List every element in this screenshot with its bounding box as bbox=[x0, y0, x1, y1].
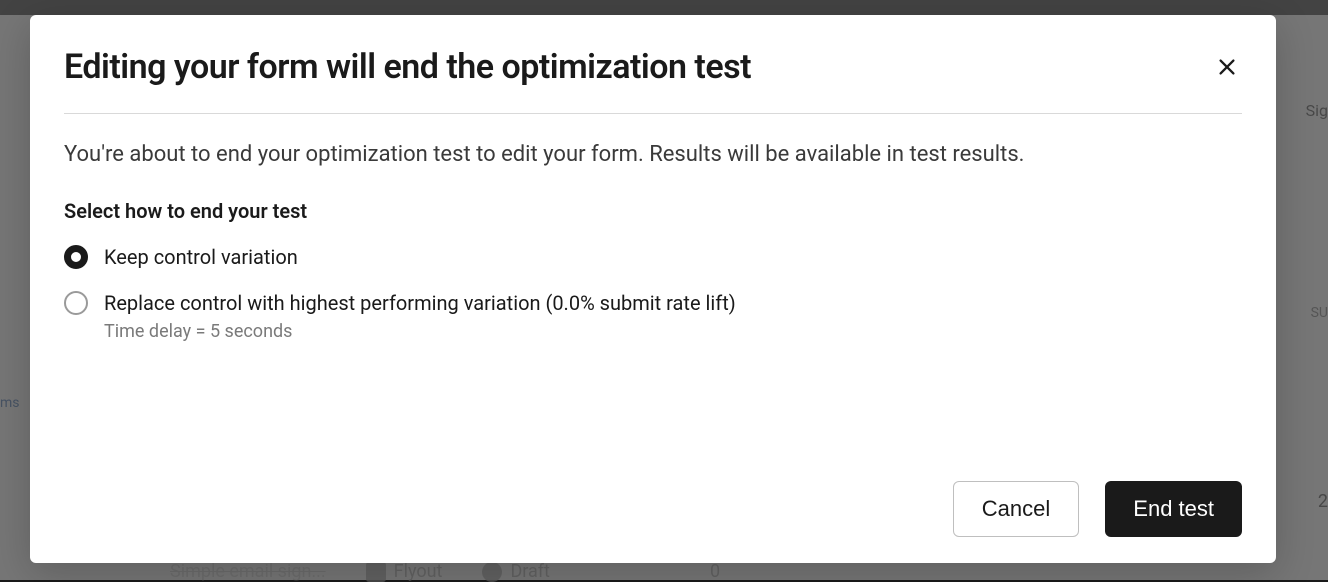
radio-content: Keep control variation bbox=[104, 243, 298, 271]
cancel-button[interactable]: Cancel bbox=[953, 481, 1079, 537]
modal-body: You're about to end your optimization te… bbox=[64, 114, 1242, 471]
close-icon bbox=[1216, 56, 1238, 78]
radio-label: Replace control with highest performing … bbox=[104, 289, 736, 317]
end-test-button[interactable]: End test bbox=[1105, 481, 1242, 537]
radio-group: Keep control variation Replace control w… bbox=[64, 243, 1242, 342]
radio-option-replace-control[interactable]: Replace control with highest performing … bbox=[64, 289, 1242, 342]
close-button[interactable] bbox=[1212, 52, 1242, 82]
modal-footer: Cancel End test bbox=[64, 471, 1242, 537]
radio-content: Replace control with highest performing … bbox=[104, 289, 736, 342]
end-test-modal: Editing your form will end the optimizat… bbox=[30, 15, 1276, 563]
radio-sublabel: Time delay = 5 seconds bbox=[104, 321, 736, 342]
modal-header: Editing your form will end the optimizat… bbox=[64, 47, 1242, 114]
radio-label: Keep control variation bbox=[104, 243, 298, 271]
modal-description: You're about to end your optimization te… bbox=[64, 140, 1242, 171]
radio-option-keep-control[interactable]: Keep control variation bbox=[64, 243, 1242, 271]
modal-title: Editing your form will end the optimizat… bbox=[64, 47, 751, 87]
radio-selected-icon bbox=[64, 245, 88, 269]
section-label: Select how to end your test bbox=[64, 199, 1242, 223]
radio-unselected-icon bbox=[64, 291, 88, 315]
